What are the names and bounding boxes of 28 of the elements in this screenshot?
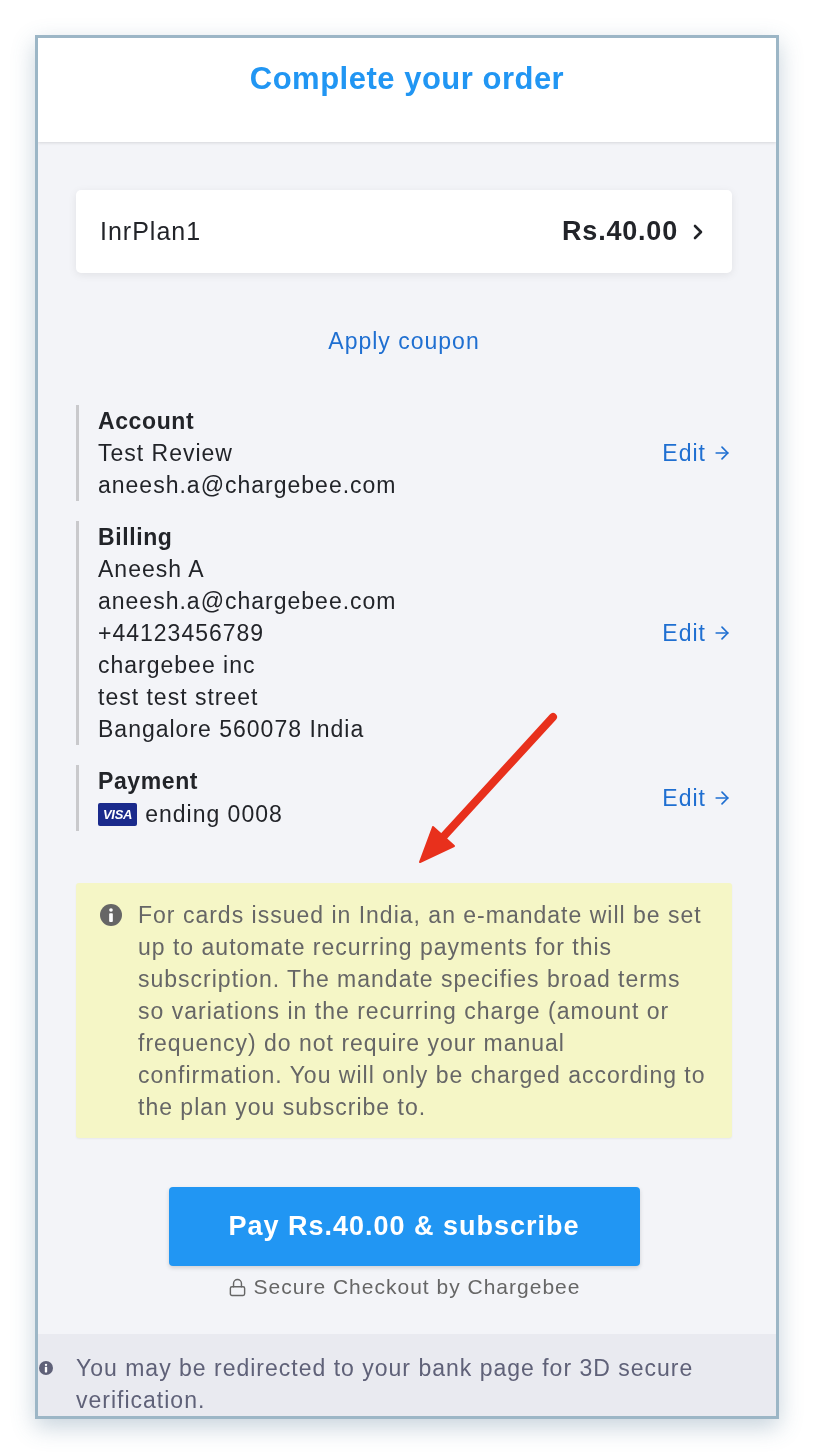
detail-line: aneesh.a@chargebee.com xyxy=(98,587,398,616)
section-heading: Billing xyxy=(98,523,174,552)
notice-text: For cards issued in India, an e-mandate will be set up to automate recurring payments for this subscription. The mandate specifies broad terms so variations in the recurring charge (amount or frequency) do not require your manual confirmation. You will only be charged according to the plan you subscribe to. xyxy=(138,901,707,1122)
section-heading: Account xyxy=(98,407,196,436)
card-brand-logo: VISA xyxy=(98,802,138,826)
detail-line: Test Review xyxy=(98,439,234,468)
edit-link[interactable]: Edit xyxy=(662,783,732,813)
plan-name: InrPlan1 xyxy=(100,217,203,246)
detail-line: chargebee inc xyxy=(98,651,257,680)
plan-summary-card[interactable]: InrPlan1 Rs.40.00 xyxy=(76,190,732,273)
edit-link[interactable]: Edit xyxy=(662,438,732,468)
page-title: Complete your order xyxy=(249,60,565,98)
info-icon xyxy=(39,1361,53,1375)
detail-line: aneesh.a@chargebee.com xyxy=(98,471,398,500)
footer-note: You may be redirected to your bank page for 3D secure verification. xyxy=(76,1354,695,1415)
card-ending-text: ending 0008 xyxy=(145,800,283,829)
detail-line: test test street xyxy=(98,683,260,712)
section-heading: Payment xyxy=(98,767,200,796)
detail-line: Aneesh A xyxy=(98,555,206,584)
edit-link[interactable]: Edit xyxy=(662,618,732,648)
detail-line: Bangalore 560078 India xyxy=(98,715,366,744)
apply-coupon-link[interactable]: Apply coupon xyxy=(328,325,480,357)
lock-icon xyxy=(227,1277,247,1297)
detail-line: +44123456789 xyxy=(98,619,266,648)
info-icon xyxy=(100,904,122,926)
pay-button[interactable]: Pay Rs.40.00 & subscribe xyxy=(168,1187,640,1266)
secure-checkout-text: Secure Checkout by Chargebee xyxy=(253,1274,581,1300)
plan-price: Rs.40.00 xyxy=(562,216,678,247)
